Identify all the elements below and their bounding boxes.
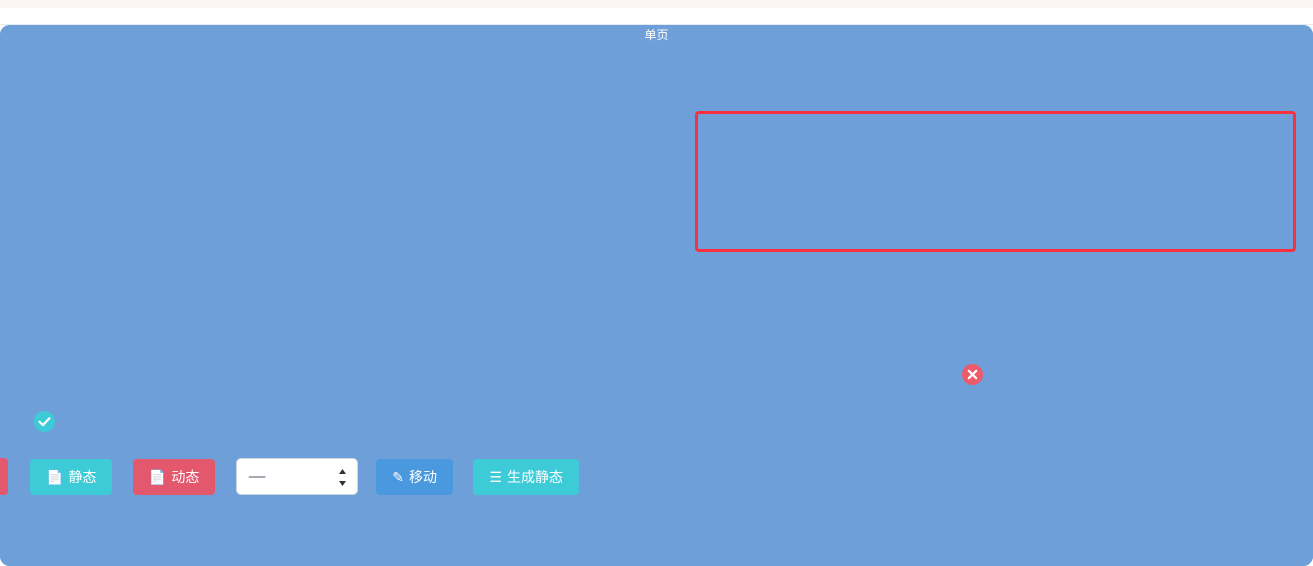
dynamic-button[interactable]: 📄动态	[133, 459, 215, 495]
table-row: 6└TPCMF框架单页无0✚子类✎修改✎编辑内容	[0, 351, 1313, 398]
table-body: 1新闻动态 [–]模块无17</>模型字段(0)✚子类✎修改7├互联网模块无14…	[0, 69, 1313, 445]
list-icon: ☰	[489, 469, 502, 485]
move-target-select-value: ––	[249, 468, 266, 485]
delete-button-clipped[interactable]	[0, 458, 8, 495]
visible-check-icon[interactable]	[34, 411, 55, 432]
file-filled-icon: 📄	[149, 469, 166, 485]
move-target-select[interactable]: ––	[236, 458, 358, 495]
static-button[interactable]: 📄静态	[30, 459, 112, 495]
columns-table: 显示 Id 栏目 类型 模块 数据 静态 操作 1新闻动态 [–]模块无17</…	[0, 24, 1313, 445]
row-type-cell: 单页	[735, 351, 797, 398]
column-manager-page: 显示 Id 栏目 类型 模块 数据 静态 操作 1新闻动态 [–]模块无17</…	[0, 0, 1313, 541]
generate-static-button[interactable]: ☰生成静态	[473, 459, 579, 495]
file-icon: 📄	[46, 469, 63, 485]
pencil-icon: ✎	[392, 469, 404, 485]
spinner-arrows-icon	[338, 468, 347, 487]
bottom-toolbar: 📄静态 📄动态 –– ✎移动 ☰生成静态	[0, 458, 1313, 498]
move-button[interactable]: ✎移动	[376, 459, 453, 495]
static-cross-icon[interactable]	[962, 364, 983, 385]
